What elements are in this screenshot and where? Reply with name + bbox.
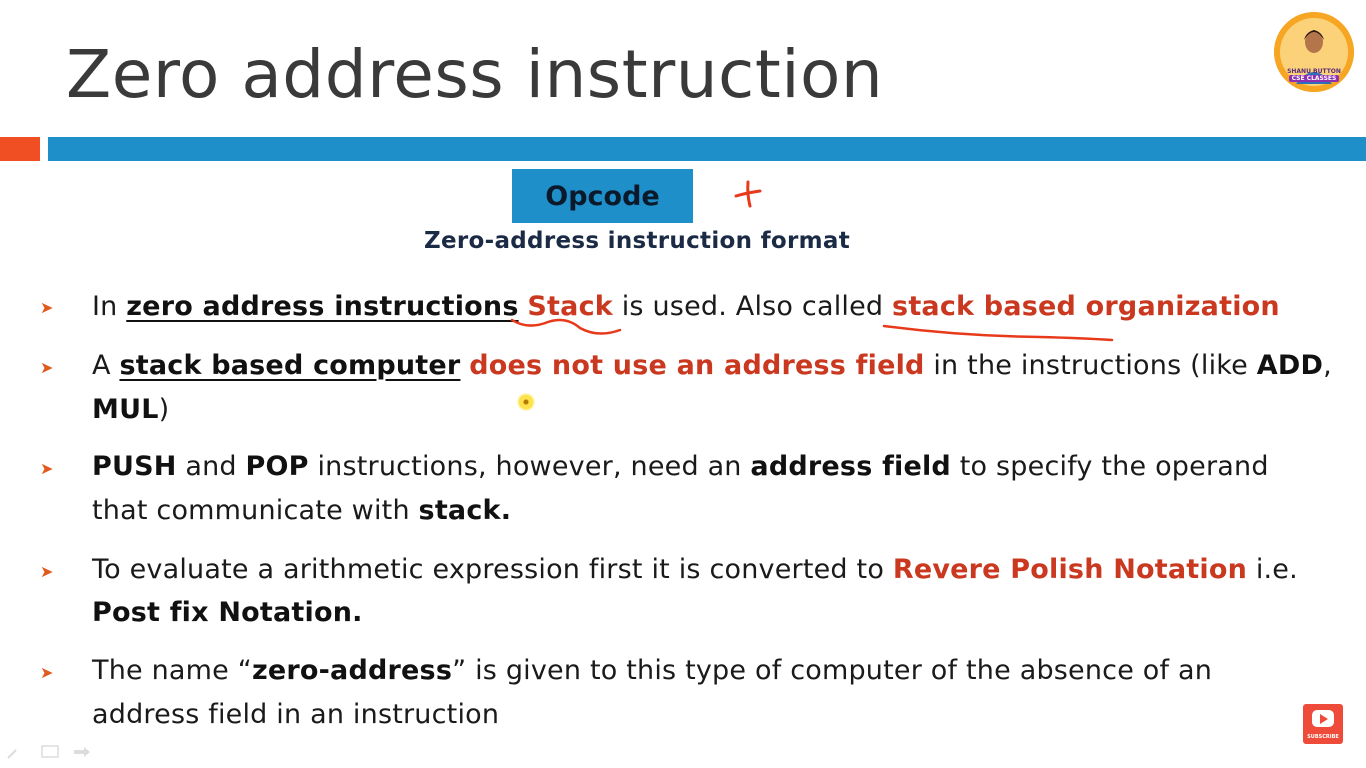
bullet-text-part: in the instructions (like bbox=[924, 350, 1257, 381]
bullet-text-part: is used. Also called bbox=[612, 291, 893, 322]
bullet-text: In zero address instructions Stack is us… bbox=[92, 285, 1280, 329]
bullet-text-part: ADD bbox=[1256, 350, 1324, 381]
title-accent-bar bbox=[0, 137, 40, 161]
opcode-field-box: Opcode bbox=[512, 169, 693, 223]
bullet-text-part: zero-address bbox=[251, 655, 453, 686]
avatar-badge: SHANU BUTTON CSE CLASSES bbox=[1287, 68, 1341, 82]
cross-mark-icon bbox=[734, 180, 762, 208]
bullet-text-part: i.e. bbox=[1247, 554, 1298, 585]
bullet-text-part: address field in an instruction bbox=[92, 699, 500, 730]
bullet-text-part: Stack bbox=[527, 291, 613, 322]
bullet-text-line2: MUL) bbox=[92, 388, 169, 432]
bullet-text-part: and bbox=[176, 451, 246, 482]
bullet-text-part: PUSH bbox=[92, 451, 177, 482]
arrow-bullet-icon: ➤ bbox=[40, 663, 54, 682]
opcode-label: Opcode bbox=[545, 180, 660, 212]
bullet-text: To evaluate a arithmetic expression firs… bbox=[92, 548, 1298, 592]
slide: Zero address instruction SHANU BUTTON CS… bbox=[0, 0, 1366, 768]
bullet-text-part: stack based computer bbox=[119, 350, 461, 381]
bullet-text: PUSH and POP instructions, however, need… bbox=[92, 445, 1269, 489]
bullet-text-part: address field bbox=[750, 451, 951, 482]
arrow-bullet-icon: ➤ bbox=[40, 358, 54, 377]
bullet-text-part: stack based organization bbox=[892, 291, 1280, 322]
bullet-text-part: To evaluate a arithmetic expression firs… bbox=[92, 554, 893, 585]
bullet-text-part: instructions, however, need an bbox=[308, 451, 751, 482]
bullet-text-part: POP bbox=[245, 451, 309, 482]
bullet-text-part: ) bbox=[158, 394, 170, 425]
bullet-text: The name “zero-address” is given to this… bbox=[92, 649, 1212, 693]
bullet-text-part: In bbox=[92, 291, 127, 322]
format-caption: Zero-address instruction format bbox=[424, 228, 851, 254]
slide-title: Zero address instruction bbox=[66, 36, 884, 113]
bullet-text-line2: address field in an instruction bbox=[92, 693, 499, 737]
bullet-text-line2: that communicate with stack. bbox=[92, 489, 511, 533]
avatar-classes-text: CSE CLASSES bbox=[1288, 75, 1340, 82]
bullet-text-part bbox=[460, 350, 469, 381]
next-arrow-icon bbox=[74, 747, 90, 757]
bullet-text-part: that communicate with bbox=[92, 495, 419, 526]
play-icon bbox=[1312, 710, 1334, 727]
pen-icon bbox=[7, 749, 17, 759]
bullet-text-part: to specify the operand bbox=[950, 451, 1269, 482]
bullet-text-part: Post fix Notation. bbox=[92, 597, 363, 628]
arrow-bullet-icon: ➤ bbox=[40, 562, 54, 581]
bullet-text-part: MUL bbox=[92, 394, 159, 425]
slide-controls[interactable] bbox=[6, 742, 96, 762]
bullet-text: A stack based computer does not use an a… bbox=[92, 344, 1332, 388]
avatar-brand-text: SHANU BUTTON bbox=[1287, 68, 1341, 75]
bullet-text-part: stack. bbox=[418, 495, 512, 526]
arrow-bullet-icon: ➤ bbox=[40, 298, 54, 317]
bullet-text-part: , bbox=[1323, 350, 1332, 381]
bullet-text-part: ” is given to this type of computer of t… bbox=[452, 655, 1213, 686]
bullet-text-line2: Post fix Notation. bbox=[92, 591, 363, 635]
bullet-text-part: does not use an address field bbox=[469, 350, 925, 381]
subscribe-label: SUBSCRIBE bbox=[1307, 734, 1339, 740]
slides-icon bbox=[41, 745, 59, 758]
title-divider-bar bbox=[48, 137, 1366, 161]
youtube-subscribe-icon[interactable]: SUBSCRIBE bbox=[1303, 704, 1343, 744]
bullet-text-part: The name “ bbox=[92, 655, 252, 686]
bullet-text-part: Revere Polish Notation bbox=[892, 554, 1248, 585]
bullet-text-part: zero address instructions bbox=[126, 291, 519, 322]
laser-pointer-icon bbox=[517, 393, 535, 411]
arrow-bullet-icon: ➤ bbox=[40, 459, 54, 478]
bullet-text-part: A bbox=[92, 350, 120, 381]
